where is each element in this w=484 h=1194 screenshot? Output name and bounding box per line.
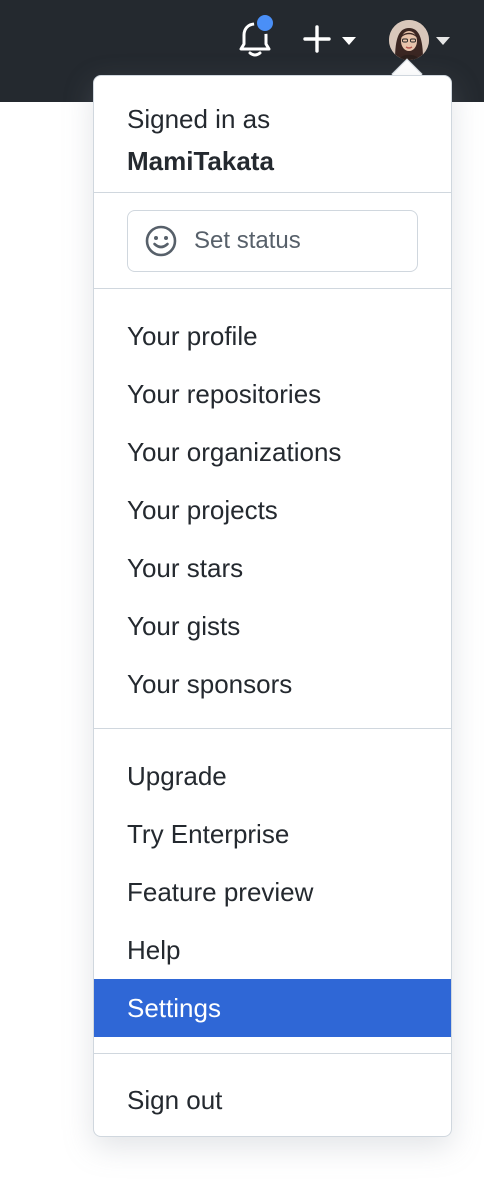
chevron-down-icon[interactable] [342,37,356,45]
signed-in-label: Signed in as [127,104,271,134]
avatar[interactable] [389,20,429,60]
menu-item-your-profile[interactable]: Your profile [94,307,451,365]
menu-item-sign-out[interactable]: Sign out [94,1071,451,1129]
menu-item-your-gists[interactable]: Your gists [94,597,451,655]
divider [94,192,451,193]
menu-item-feature-preview[interactable]: Feature preview [94,863,451,921]
menu-item-settings[interactable]: Settings [94,979,451,1037]
menu-item-your-organizations[interactable]: Your organizations [94,423,451,481]
menu-item-try-enterprise[interactable]: Try Enterprise [94,805,451,863]
menu-item-your-projects[interactable]: Your projects [94,481,451,539]
notification-indicator [254,12,276,34]
username: MamiTakata [127,146,274,176]
menu-item-your-sponsors[interactable]: Your sponsors [94,655,451,713]
menu-item-your-stars[interactable]: Your stars [94,539,451,597]
menu-item-help[interactable]: Help [94,921,451,979]
set-status-button[interactable]: Set status [127,210,418,272]
menu-item-upgrade[interactable]: Upgrade [94,747,451,805]
divider [94,728,451,729]
chevron-down-icon[interactable] [436,37,450,45]
user-dropdown-menu: Signed in as MamiTakata Set status Your … [93,75,452,1137]
menu-item-your-repositories[interactable]: Your repositories [94,365,451,423]
signed-in-header: Signed in as MamiTakata [127,98,427,182]
set-status-label: Set status [194,227,301,254]
divider [94,288,451,289]
smiley-icon [145,225,177,257]
divider [94,1053,451,1054]
plus-icon[interactable] [302,24,332,54]
